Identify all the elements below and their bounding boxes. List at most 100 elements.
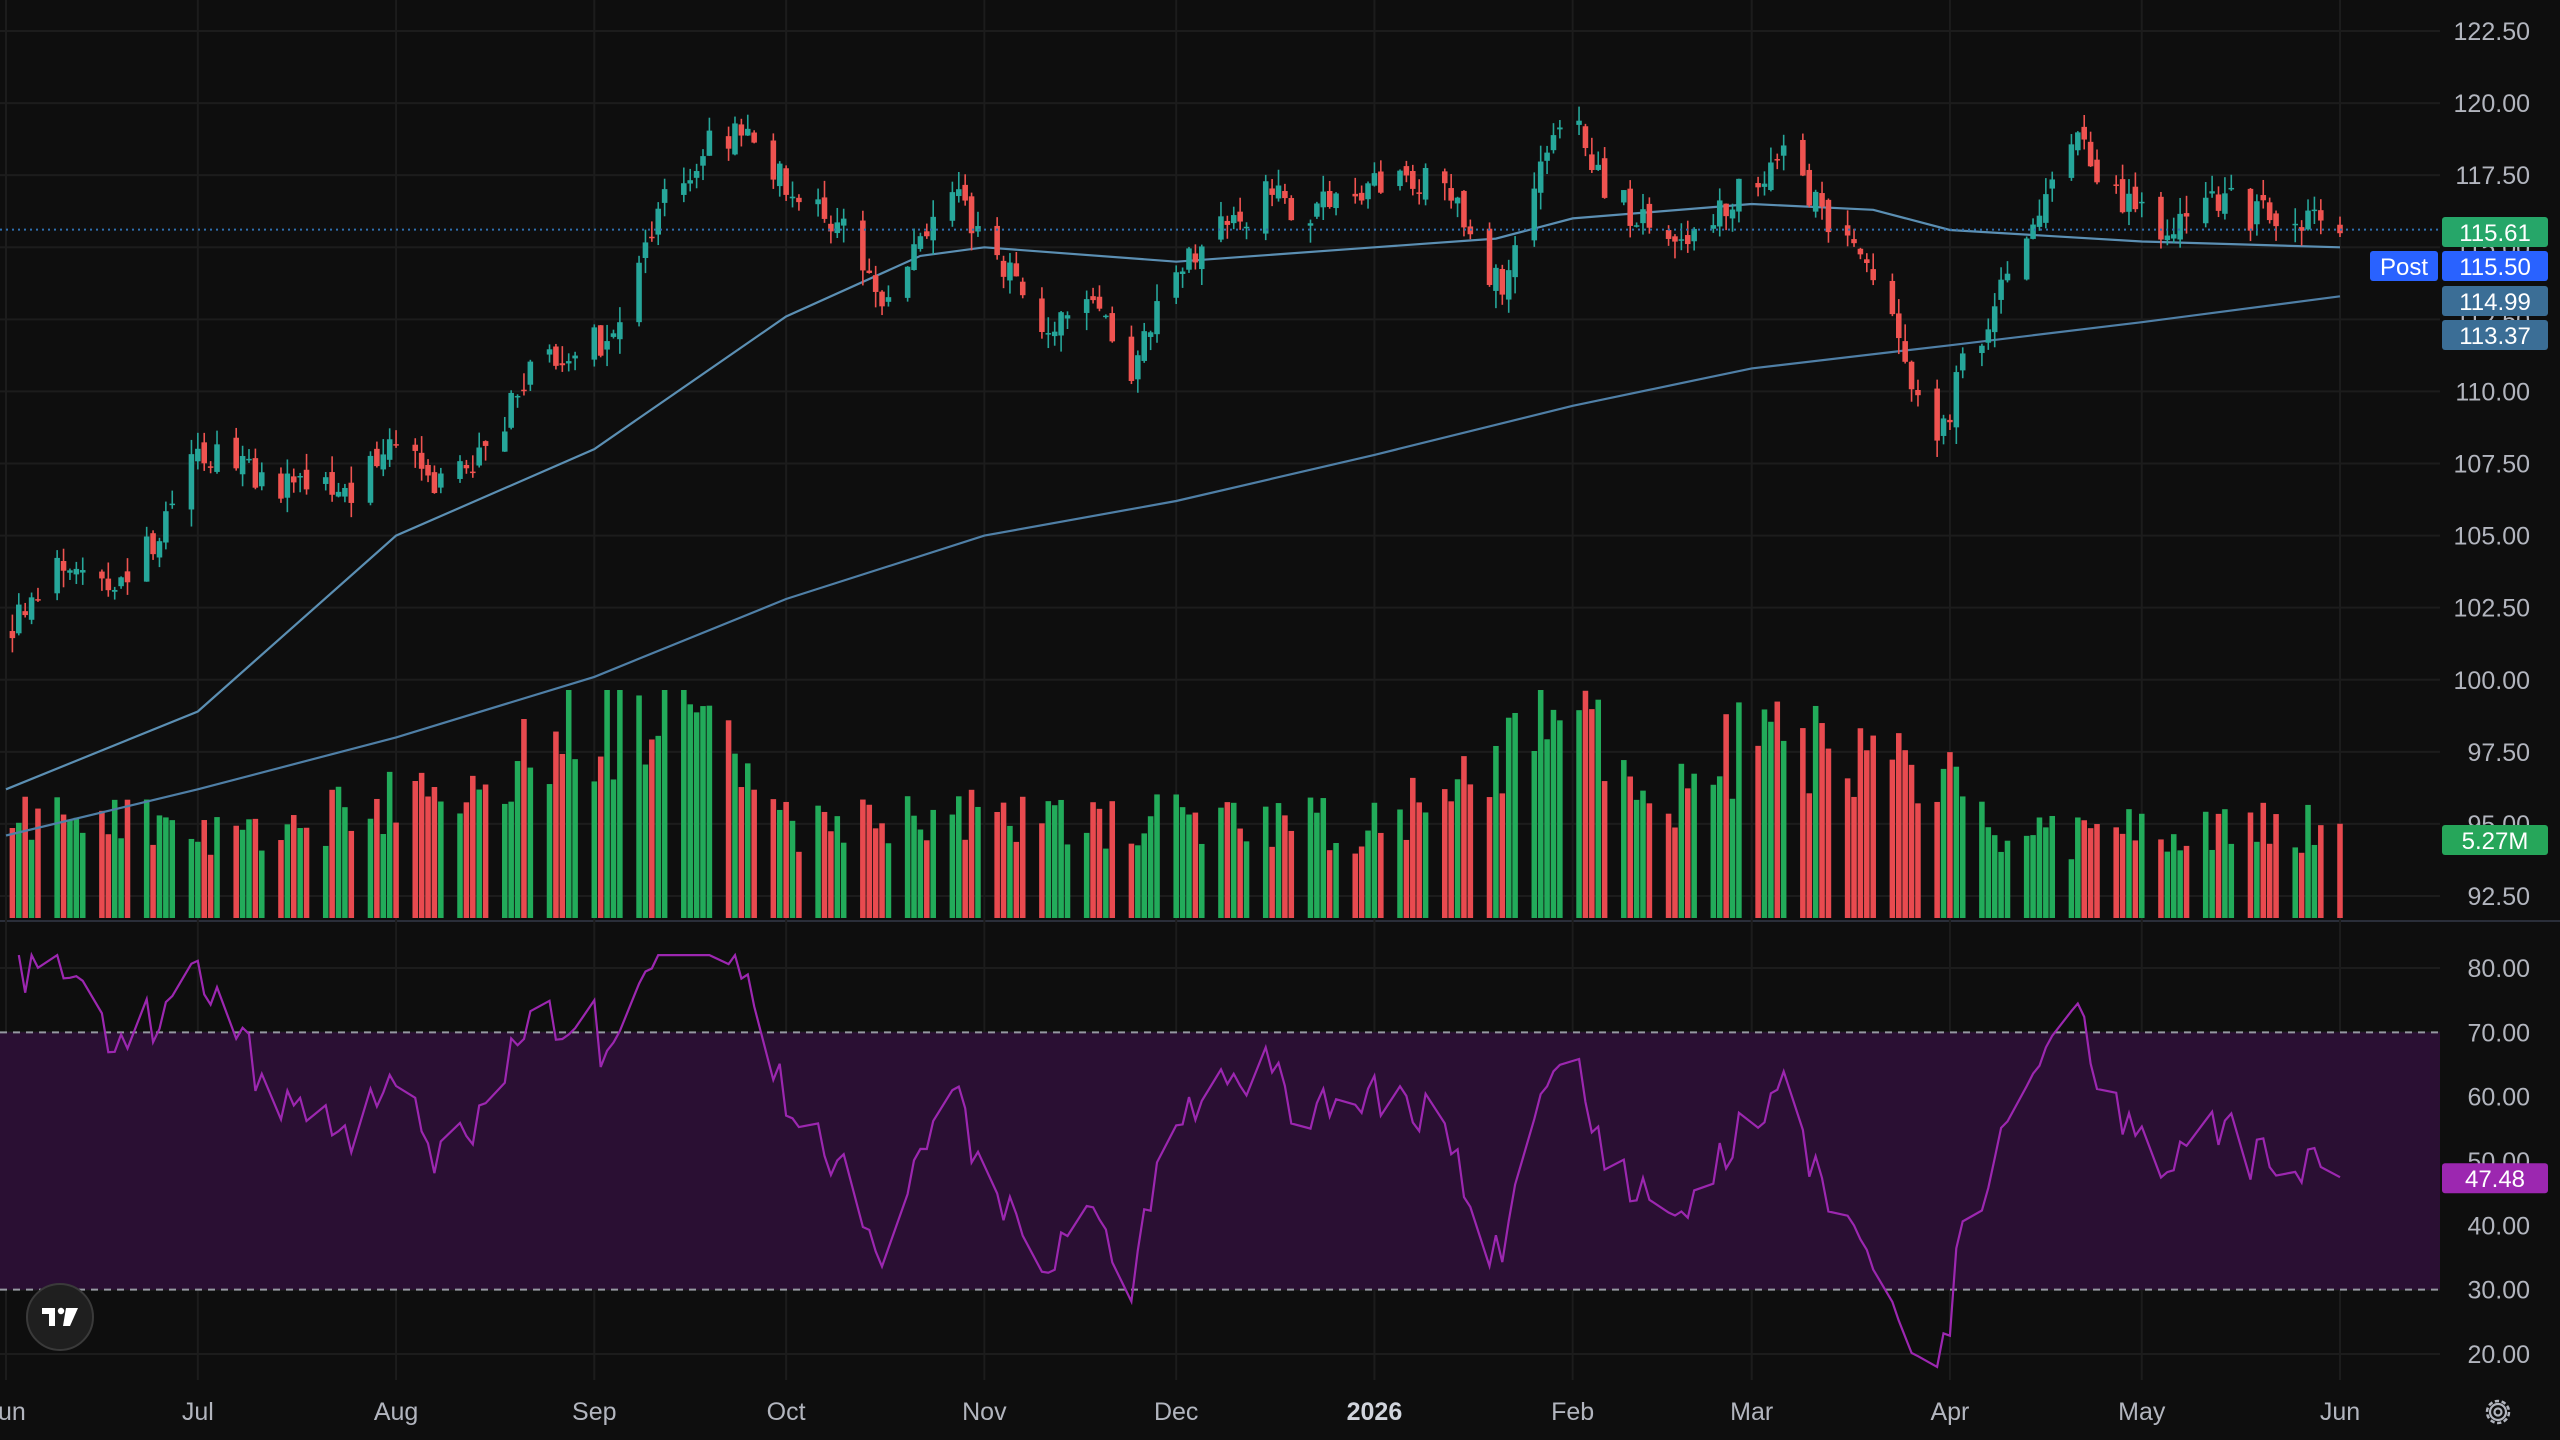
volume-bar — [1825, 748, 1832, 918]
candle-body — [2094, 159, 2100, 183]
volume-bar — [1550, 709, 1557, 918]
candle-body — [591, 327, 598, 360]
candle-body — [1768, 162, 1774, 191]
volume-bar — [2202, 811, 2209, 918]
candle-body — [1403, 166, 1410, 176]
volume-bar — [1358, 846, 1365, 918]
volume-bar — [1947, 752, 1953, 918]
tradingview-logo-icon[interactable] — [26, 1283, 94, 1351]
volume-bar — [1326, 850, 1333, 918]
candle-body — [476, 447, 482, 466]
volume-bar — [1486, 797, 1493, 918]
volume-bar — [1595, 699, 1602, 918]
price-label-last: 115.61 — [2442, 217, 2548, 247]
candle-body — [99, 571, 105, 579]
volume-bar — [1691, 773, 1697, 918]
volume-bar — [738, 787, 745, 918]
candle-body — [1589, 154, 1595, 170]
month-label: Aug — [374, 1398, 418, 1426]
volume-bar — [1940, 768, 1947, 918]
volume-bar — [457, 813, 463, 918]
candle-body — [1000, 260, 1007, 277]
candle-body — [1544, 152, 1550, 161]
candle-body — [1422, 168, 1429, 200]
candle-body — [1672, 236, 1678, 242]
candle-body — [1192, 253, 1199, 263]
price-tick-label: 110.00 — [2455, 378, 2530, 406]
volume-bar — [553, 731, 559, 918]
volume-bar — [559, 753, 566, 918]
candle-body — [329, 472, 335, 495]
month-label: Nov — [962, 1398, 1007, 1426]
volume-bar — [751, 789, 757, 918]
volume-bar — [1844, 778, 1851, 918]
gear-icon[interactable] — [2478, 1392, 2518, 1432]
candle-body — [661, 189, 668, 203]
rsi-panel[interactable] — [0, 951, 2440, 1369]
volume-bar — [1058, 799, 1064, 918]
candle-body — [1947, 419, 1953, 423]
candle-body — [2158, 196, 2164, 240]
candle-body — [1953, 372, 1960, 428]
volume-bar — [1934, 801, 1940, 918]
volume-bar — [1448, 801, 1454, 918]
volume-bar — [1192, 812, 1199, 918]
stock-chart[interactable]: 122.50120.00117.50115.00112.50110.00107.… — [0, 0, 2560, 1440]
candle-body — [2113, 184, 2119, 186]
candle-body — [655, 208, 662, 235]
volume-bar — [239, 829, 246, 918]
volume-bar — [342, 807, 348, 918]
volume-bar — [246, 819, 252, 918]
volume-bar — [1505, 717, 1512, 918]
candle-body — [1991, 306, 1998, 333]
candle-body — [1486, 228, 1493, 285]
volume-bar — [374, 798, 380, 918]
month-label: Apr — [1930, 1398, 1969, 1426]
volume-bar — [252, 818, 259, 918]
price-label-ma50: 114.99 — [2442, 286, 2548, 316]
volume-bar — [2164, 851, 2171, 918]
volume-bar — [2247, 812, 2254, 918]
volume-bar — [169, 820, 176, 918]
volume-bar — [16, 822, 22, 918]
candle-body — [1684, 235, 1691, 245]
volume-bar — [1768, 721, 1774, 918]
volume-bar — [1173, 794, 1179, 918]
price-tick-label: 92.50 — [2467, 883, 2530, 911]
candle-body — [60, 560, 67, 571]
candle-body — [725, 136, 732, 149]
candle-body — [1282, 191, 1288, 199]
candle-body — [1665, 230, 1672, 239]
price-label-ma200: 113.37 — [2442, 320, 2548, 350]
volume-bar — [687, 704, 693, 918]
volume-bar — [1780, 740, 1787, 918]
candle-body — [2311, 209, 2318, 212]
volume-bar — [1953, 766, 1960, 918]
volume-bar — [1243, 841, 1250, 918]
candle-body — [821, 197, 828, 219]
candle-body — [815, 199, 821, 205]
volume-bar — [290, 815, 297, 918]
volume-bar — [1908, 764, 1915, 918]
candle-body — [1531, 188, 1538, 241]
candle-body — [649, 236, 655, 239]
volume-bar — [2266, 843, 2273, 918]
volume-bar — [463, 802, 470, 918]
candle-body — [642, 242, 649, 258]
candle-body — [1218, 216, 1224, 240]
volume-bar — [732, 753, 738, 918]
candle-body — [284, 473, 291, 498]
volume-bar — [431, 787, 438, 918]
volume-bar — [2337, 823, 2343, 918]
volume-bar — [994, 811, 1000, 918]
volume-bar — [438, 801, 444, 918]
price-tick-label: 107.50 — [2454, 451, 2530, 479]
candle-body — [751, 132, 757, 143]
volume-bar — [1800, 728, 1806, 918]
volume-bar — [1441, 789, 1448, 918]
volume-bar — [1422, 812, 1429, 918]
candle-body — [1007, 262, 1013, 281]
candle-body — [1716, 200, 1723, 227]
candle-body — [1461, 190, 1467, 228]
candle-body — [233, 437, 239, 469]
